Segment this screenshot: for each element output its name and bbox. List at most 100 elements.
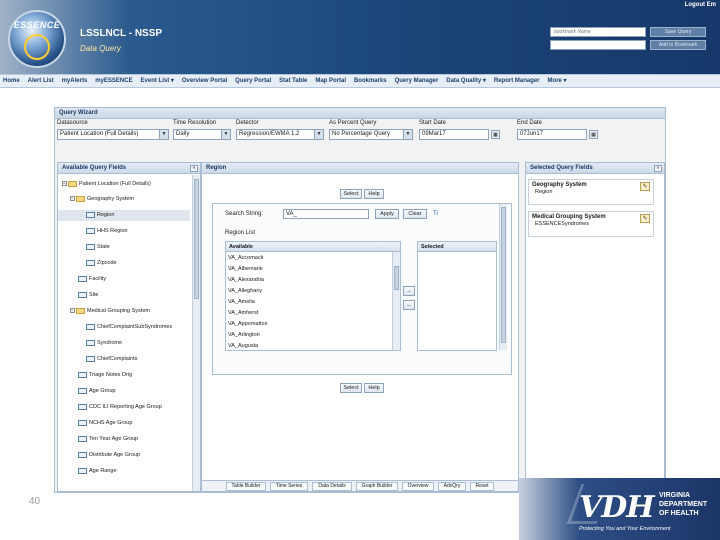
app-subtitle: Data Query bbox=[80, 44, 121, 53]
tab-graph-builder[interactable]: Graph Builder bbox=[356, 482, 398, 491]
nav-query-manager[interactable]: Query Manager bbox=[392, 75, 442, 88]
tree-item-zipcode[interactable]: Zipcode bbox=[86, 258, 117, 269]
help-button-bottom[interactable]: Help bbox=[364, 383, 384, 393]
bookmark-name-input[interactable]: bookmark Name bbox=[550, 27, 646, 37]
add-arrow-button[interactable]: → bbox=[403, 286, 415, 296]
tab-data-details[interactable]: Data Details bbox=[312, 482, 352, 491]
list-item[interactable]: VA_Accomack bbox=[228, 254, 263, 263]
tree-item-age-range[interactable]: Age Range bbox=[78, 466, 117, 477]
list-item[interactable]: VA_Albemarle bbox=[228, 265, 263, 274]
tips-link[interactable]: Ti bbox=[433, 211, 438, 217]
logout-link[interactable]: Logout Em bbox=[685, 2, 716, 8]
select-button-bottom[interactable]: Select bbox=[340, 383, 362, 393]
nav-bookmarks[interactable]: Bookmarks bbox=[351, 75, 390, 88]
collapse-toggle-icon[interactable]: − bbox=[70, 196, 75, 202]
nav-stat-table[interactable]: Stat Table bbox=[276, 75, 310, 88]
detector-select[interactable]: Regression/EWMA 1.2 ▼ bbox=[236, 129, 324, 140]
datasource-select[interactable]: Patient Location (Full Details) ▼ bbox=[57, 129, 169, 140]
start-date-input[interactable]: 09Mar17 bbox=[419, 129, 489, 140]
end-date-input[interactable]: 07Jun17 bbox=[517, 129, 587, 140]
detector-value: Regression/EWMA 1.2 bbox=[239, 131, 300, 137]
calendar-icon[interactable]: ▦ bbox=[589, 130, 598, 139]
scroll-thumb[interactable] bbox=[194, 179, 199, 299]
time-resolution-select[interactable]: Daily ▼ bbox=[173, 129, 231, 140]
apply-button[interactable]: Apply bbox=[375, 209, 399, 219]
available-regions-list[interactable]: Available VA_Accomack VA_Albemarle VA_Al… bbox=[225, 241, 401, 351]
tree-item-region[interactable]: Region bbox=[58, 210, 190, 221]
main-nav: Home Alert List myAlerts myESSENCE Event… bbox=[0, 74, 720, 88]
collapse-toggle-icon[interactable]: − bbox=[62, 181, 67, 187]
tree-item-ten-year-age[interactable]: Ten Year Age Group bbox=[78, 434, 138, 445]
tree-item-chief-complaints[interactable]: ChiefComplaints bbox=[86, 354, 137, 365]
nav-query-portal[interactable]: Query Portal bbox=[232, 75, 274, 88]
nav-map-portal[interactable]: Map Portal bbox=[312, 75, 349, 88]
selected-regions-list[interactable]: Selected bbox=[417, 241, 497, 351]
tree-item-nchs-age[interactable]: NCHS Age Group bbox=[78, 418, 132, 429]
help-button-top[interactable]: Help bbox=[364, 189, 384, 199]
search-input[interactable]: VA_ bbox=[283, 209, 369, 219]
tab-overview[interactable]: Overview bbox=[402, 482, 434, 491]
collapse-icon[interactable]: « bbox=[190, 165, 198, 172]
nav-my-essence[interactable]: myESSENCE bbox=[92, 75, 135, 88]
percent-query-select[interactable]: No Percentage Query ▼ bbox=[329, 129, 413, 140]
output-tab-strip: Table Builder Time Series Data Details G… bbox=[202, 480, 518, 491]
nav-data-quality[interactable]: Data Quality ▾ bbox=[443, 75, 489, 88]
tree-item-state[interactable]: State bbox=[86, 242, 110, 253]
nav-my-alerts[interactable]: myAlerts bbox=[59, 75, 91, 88]
add-bookmark-button[interactable]: Add to Bookmark bbox=[650, 40, 706, 50]
list-item[interactable]: VA_Arlington bbox=[228, 331, 260, 340]
list-item[interactable]: VA_Alleghany bbox=[228, 287, 262, 296]
nav-event-list[interactable]: Event List ▾ bbox=[138, 75, 177, 88]
scroll-thumb[interactable] bbox=[394, 266, 399, 290]
tab-reset[interactable]: Reset bbox=[470, 482, 494, 491]
tree-item-cdc-ili[interactable]: CDC ILI Reporting Age Group bbox=[78, 402, 162, 413]
tree-item-patient-location[interactable]: − Patient Location (Full Details) bbox=[62, 179, 151, 190]
list-item[interactable]: VA_Amelia bbox=[228, 298, 255, 307]
tree-item-site[interactable]: Site bbox=[78, 290, 98, 301]
expand-icon[interactable]: » bbox=[654, 165, 662, 172]
filter-scrollbar[interactable] bbox=[499, 204, 507, 350]
bookmark-secondary-input[interactable] bbox=[550, 40, 646, 50]
edit-icon[interactable]: ✎ bbox=[640, 182, 650, 191]
nav-more[interactable]: More ▾ bbox=[545, 75, 570, 88]
tab-advqry[interactable]: AdvQry bbox=[438, 482, 466, 491]
tree-item-triage-notes[interactable]: Triage Notes Orig bbox=[78, 370, 132, 381]
tab-time-series[interactable]: Time Series bbox=[270, 482, 308, 491]
selected-field-medical-grouping: Medical Grouping System ESSENCESyndromes… bbox=[528, 211, 654, 237]
nav-alert-list[interactable]: Alert List bbox=[25, 75, 57, 88]
scroll-thumb[interactable] bbox=[501, 207, 506, 343]
remove-arrow-button[interactable]: ← bbox=[403, 300, 415, 310]
tree-item-geography-system[interactable]: − Geography System bbox=[70, 194, 134, 205]
percent-query-label: As Percent Query bbox=[329, 120, 377, 126]
list-item[interactable]: VA_Augusta bbox=[228, 342, 258, 350]
tree-label: HHS Region bbox=[97, 228, 128, 234]
clear-button[interactable]: Clear bbox=[403, 209, 427, 219]
calendar-icon[interactable]: ▦ bbox=[491, 130, 500, 139]
slide-page-number: 40 bbox=[29, 496, 41, 507]
edit-icon[interactable]: ✎ bbox=[640, 214, 650, 223]
tree-item-distribute-age[interactable]: Distribute Age Group bbox=[78, 450, 140, 461]
select-button-top[interactable]: Select bbox=[340, 189, 362, 199]
list-item[interactable]: VA_Appomattox bbox=[228, 320, 267, 329]
region-filter-box: Search String: VA_ Apply Clear Ti Region… bbox=[212, 203, 512, 375]
available-fields-scrollbar[interactable] bbox=[192, 175, 200, 491]
list-item[interactable]: VA_Amherst bbox=[228, 309, 258, 318]
time-resolution-label: Time Resolution bbox=[173, 120, 217, 126]
tree-item-syndrome[interactable]: Syndrome bbox=[86, 338, 122, 349]
tab-table-builder[interactable]: Table Builder bbox=[226, 482, 266, 491]
tree-label: ChiefComplaintSubSyndromes bbox=[97, 324, 173, 330]
selected-fields-title: Selected Query Fields bbox=[526, 163, 664, 174]
nav-home[interactable]: Home bbox=[0, 75, 23, 88]
tree-item-hhs-region[interactable]: HHS Region bbox=[86, 226, 128, 237]
tree-item-facility[interactable]: Facility bbox=[78, 274, 106, 285]
nav-report-manager[interactable]: Report Manager bbox=[491, 75, 543, 88]
tree-item-age-group[interactable]: Age Group bbox=[78, 386, 116, 397]
list-item[interactable]: VA_Alexandria bbox=[228, 276, 264, 285]
tree-item-medical-grouping[interactable]: − Medical Grouping System bbox=[70, 306, 150, 317]
collapse-toggle-icon[interactable]: − bbox=[70, 308, 75, 314]
save-query-button[interactable]: Save Query bbox=[650, 27, 706, 37]
tree-label: Distribute Age Group bbox=[89, 452, 141, 458]
tree-item-cc-subsyndromes[interactable]: ChiefComplaintSubSyndromes bbox=[86, 322, 172, 333]
regions-scrollbar[interactable] bbox=[392, 252, 400, 350]
nav-overview-portal[interactable]: Overview Portal bbox=[179, 75, 230, 88]
